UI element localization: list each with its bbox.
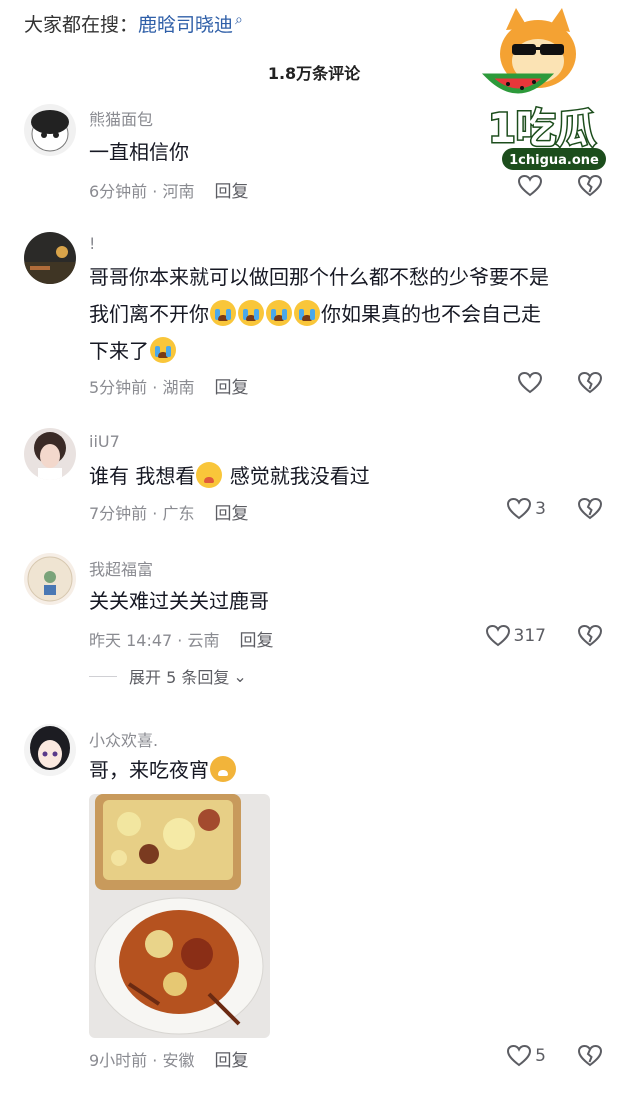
crying-emoji-icon bbox=[238, 300, 264, 326]
avatar[interactable] bbox=[24, 232, 76, 284]
like-button[interactable]: 317 bbox=[485, 625, 546, 647]
comment-text-segment: 我们离不开你 bbox=[89, 302, 209, 326]
comment-meta: 6分钟前 · 河南 回复 bbox=[89, 177, 248, 202]
comment-username[interactable]: iiU7 bbox=[89, 432, 120, 451]
comment-text-segment: 谁有 我想看 bbox=[89, 464, 196, 488]
comment-meta: 7分钟前 · 广东 回复 bbox=[89, 499, 248, 524]
comment-time-location: 6分钟前 · 河南 bbox=[89, 182, 195, 201]
heart-icon bbox=[485, 625, 510, 647]
comment-time-location: 5分钟前 · 湖南 bbox=[89, 378, 195, 397]
reply-button[interactable]: 回复 bbox=[214, 504, 248, 524]
expand-replies-button[interactable]: 展开 5 条回复 ⌄ bbox=[89, 664, 247, 688]
reply-button[interactable]: 回复 bbox=[239, 631, 273, 651]
comment-text: 哥，来吃夜宵 bbox=[89, 752, 589, 789]
comment-time-location: 9小时前 · 安徽 bbox=[89, 1051, 195, 1070]
comment-text-segment: 你如果真的也不会自己走 bbox=[321, 302, 541, 326]
heart-icon bbox=[507, 1045, 532, 1067]
search-icon: ⌕ bbox=[235, 11, 243, 28]
comment-time-location: 7分钟前 · 广东 bbox=[89, 504, 195, 523]
comment-meta: 5分钟前 · 湖南 回复 bbox=[89, 373, 248, 398]
divider bbox=[89, 675, 117, 677]
crying-emoji-icon bbox=[210, 300, 236, 326]
search-prefix: 大家都在搜： bbox=[24, 14, 139, 36]
reply-button[interactable]: 回复 bbox=[214, 1051, 248, 1071]
search-suggestion[interactable]: 大家都在搜：鹿晗司晓迪 ⌕ bbox=[24, 10, 243, 37]
search-keyword-link[interactable]: 鹿晗司晓迪 bbox=[138, 14, 233, 36]
reply-button[interactable]: 回复 bbox=[214, 182, 248, 202]
comment-meta: 昨天 14:47 · 云南 回复 bbox=[89, 626, 273, 651]
avatar[interactable] bbox=[24, 724, 76, 776]
broken-heart-icon[interactable] bbox=[578, 175, 602, 197]
comment-text: 谁有 我想看 感觉就我没看过 bbox=[89, 458, 589, 495]
crying-emoji-icon bbox=[266, 300, 292, 326]
comment-text-line: 哥哥你本来就可以做回那个什么都不愁的少爷要不是 bbox=[89, 265, 549, 289]
comment-username[interactable]: 我超福富 bbox=[89, 556, 153, 580]
crying-emoji-icon bbox=[150, 337, 176, 363]
comment-text: 哥哥你本来就可以做回那个什么都不愁的少爷要不是 我们离不开你 你如果真的也不会自己… bbox=[89, 259, 589, 370]
avatar[interactable] bbox=[24, 428, 76, 480]
broken-heart-icon[interactable] bbox=[578, 1045, 602, 1067]
broken-heart-icon[interactable] bbox=[578, 498, 602, 520]
heart-icon bbox=[518, 372, 542, 394]
shy-emoji-icon bbox=[196, 462, 223, 488]
heart-icon bbox=[518, 175, 542, 197]
comment-username[interactable]: ! bbox=[89, 234, 95, 253]
like-button[interactable]: 5 bbox=[507, 1045, 546, 1067]
comment-username[interactable]: 小众欢喜. bbox=[89, 727, 158, 751]
like-button[interactable] bbox=[518, 175, 546, 197]
reply-button[interactable]: 回复 bbox=[214, 378, 248, 398]
comment-username[interactable]: 熊猫面包 bbox=[89, 106, 153, 130]
broken-heart-icon[interactable] bbox=[578, 372, 602, 394]
avatar[interactable] bbox=[24, 104, 76, 156]
heart-icon bbox=[507, 498, 532, 520]
comment-text-segment: 下来了 bbox=[89, 339, 149, 363]
comment-text: 关关难过关关过鹿哥 bbox=[89, 589, 269, 613]
comment-text-segment: 感觉就我没看过 bbox=[229, 464, 370, 488]
chevron-down-icon: ⌄ bbox=[233, 666, 247, 686]
comment-text: 一直相信你 bbox=[89, 140, 189, 164]
comment-text-line: 我们离不开你 你如果真的也不会自己走 bbox=[89, 296, 589, 333]
crying-emoji-icon bbox=[294, 300, 320, 326]
comment-text-segment: 哥，来吃夜宵 bbox=[89, 758, 209, 782]
like-count: 3 bbox=[535, 499, 546, 519]
comment-text-line: 下来了 bbox=[89, 333, 589, 370]
comment-image[interactable] bbox=[89, 794, 270, 1038]
avatar[interactable] bbox=[24, 553, 76, 605]
comment-meta: 9小时前 · 安徽 回复 bbox=[89, 1046, 248, 1071]
like-button[interactable] bbox=[518, 372, 546, 394]
like-button[interactable]: 3 bbox=[507, 498, 546, 520]
like-count: 317 bbox=[513, 626, 546, 646]
dog-emoji-icon bbox=[210, 756, 236, 782]
comment-time-location: 昨天 14:47 · 云南 bbox=[89, 631, 220, 650]
like-count: 5 bbox=[535, 1046, 546, 1066]
broken-heart-icon[interactable] bbox=[578, 625, 602, 647]
expand-replies-label: 展开 5 条回复 bbox=[129, 668, 230, 687]
